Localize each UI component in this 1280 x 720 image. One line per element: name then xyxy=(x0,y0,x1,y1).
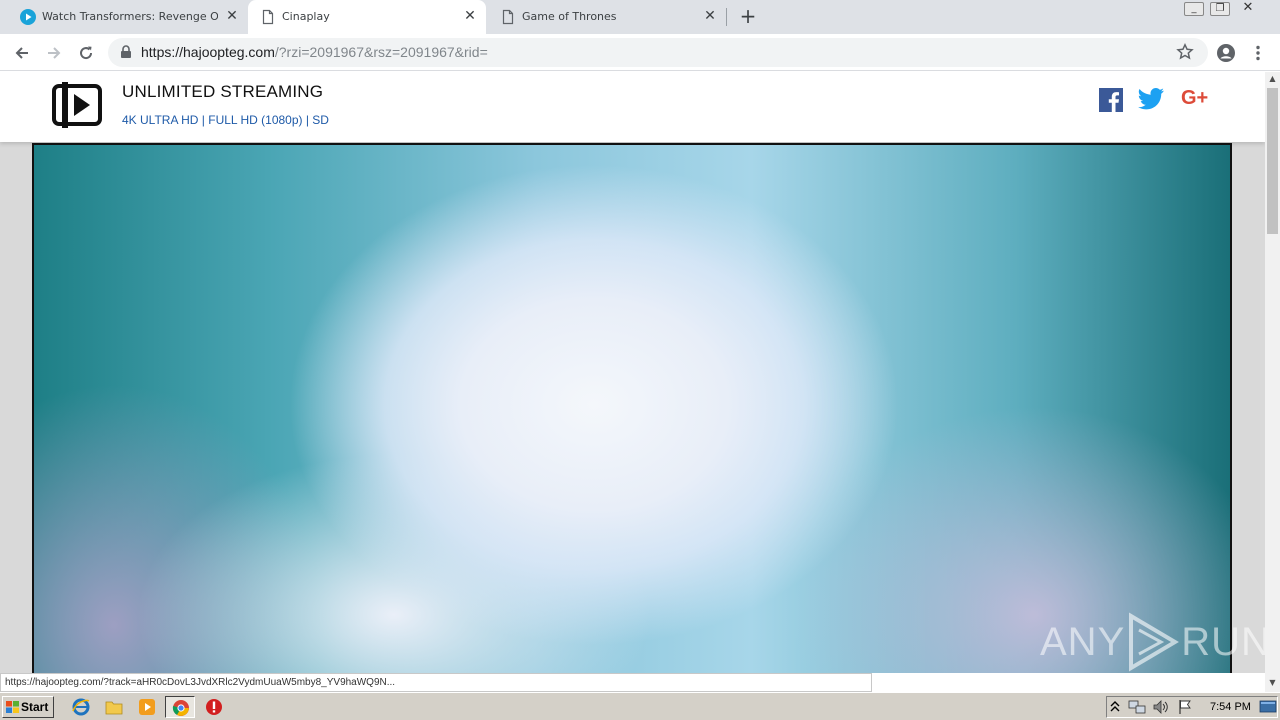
quality-links[interactable]: 4K ULTRA HD | FULL HD (1080p) | SD xyxy=(122,113,329,127)
scroll-down-arrow[interactable]: ▼ xyxy=(1265,676,1280,690)
reload-button[interactable] xyxy=(73,40,99,66)
profile-button[interactable] xyxy=(1213,40,1239,66)
media-player-icon[interactable] xyxy=(138,698,156,716)
play-triangle-icon xyxy=(1129,612,1180,672)
tab-title: Cinaplay xyxy=(282,10,330,23)
tab-title: Watch Transformers: Revenge Of Th xyxy=(42,10,218,23)
new-tab-button[interactable]: + xyxy=(736,5,760,29)
vertical-scrollbar[interactable]: ▲ ▼ xyxy=(1265,72,1280,692)
chrome-icon xyxy=(172,700,189,716)
play-circle-icon xyxy=(20,9,36,25)
tab-close-icon[interactable]: ✕ xyxy=(462,8,478,24)
browser-toolbar: https://hajoopteg.com/?rzi=2091967&rsz=2… xyxy=(0,34,1280,71)
kebab-menu-icon xyxy=(1256,45,1260,61)
account-circle-icon xyxy=(1217,44,1235,62)
tray-expand-icon[interactable] xyxy=(1110,698,1120,716)
folder-icon[interactable] xyxy=(105,698,123,716)
page-viewport: UNLIMITED STREAMING 4K ULTRA HD | FULL H… xyxy=(0,72,1265,673)
url-text: https://hajoopteg.com/?rzi=2091967&rsz=2… xyxy=(141,44,488,60)
document-icon xyxy=(262,9,274,25)
back-button[interactable] xyxy=(9,40,35,66)
anyrun-watermark: ANY RUN xyxy=(1040,612,1271,672)
scrollbar-thumb[interactable] xyxy=(1267,88,1278,234)
video-player[interactable] xyxy=(32,143,1232,673)
taskbar: Start 7:54 PM xyxy=(0,692,1280,720)
watermark-any: ANY xyxy=(1040,619,1126,664)
tab-close-icon[interactable]: ✕ xyxy=(224,8,240,24)
arrow-right-icon xyxy=(48,47,61,59)
tab-cinaplay[interactable]: Cinaplay ✕ xyxy=(248,0,486,34)
status-url-bubble: https://hajoopteg.com/?track=aHR0cDovL3J… xyxy=(0,673,872,692)
url-host: https://hajoopteg.com xyxy=(141,44,275,60)
forward-button[interactable] xyxy=(41,40,67,66)
volume-icon[interactable] xyxy=(1152,698,1170,716)
menu-button[interactable] xyxy=(1245,40,1271,66)
site-brand-title: UNLIMITED STREAMING xyxy=(122,82,324,101)
site-header: UNLIMITED STREAMING 4K ULTRA HD | FULL H… xyxy=(0,72,1265,142)
tab-strip: Watch Transformers: Revenge Of Th ✕ Cina… xyxy=(0,0,1280,34)
show-desktop-icon[interactable] xyxy=(1259,698,1277,716)
windows-flag-icon xyxy=(6,701,19,713)
document-icon xyxy=(502,9,514,25)
internet-explorer-icon[interactable] xyxy=(72,698,90,716)
twitter-icon[interactable] xyxy=(1138,88,1164,110)
url-path: /?rzi=2091967&rsz=2091967&rid= xyxy=(274,44,488,60)
chrome-taskbar-button[interactable] xyxy=(165,696,195,718)
stop-alert-icon[interactable] xyxy=(205,698,223,716)
play-logo-icon[interactable] xyxy=(52,82,104,128)
scroll-up-arrow[interactable]: ▲ xyxy=(1265,72,1280,86)
tab-separator xyxy=(726,8,727,26)
restore-button[interactable]: ❐ xyxy=(1210,2,1230,16)
google-plus-icon[interactable]: G+ xyxy=(1181,87,1208,110)
taskbar-clock[interactable]: 7:54 PM xyxy=(1210,701,1251,713)
start-label: Start xyxy=(21,700,49,714)
reload-icon xyxy=(80,46,93,60)
address-bar[interactable]: https://hajoopteg.com/?rzi=2091967&rsz=2… xyxy=(108,38,1208,67)
bookmark-star-icon[interactable] xyxy=(1176,43,1194,61)
tab-game-of-thrones[interactable]: Game of Thrones ✕ xyxy=(488,0,726,34)
action-center-flag-icon[interactable] xyxy=(1176,698,1194,716)
close-window-button[interactable]: ✕ xyxy=(1238,1,1258,16)
tab-title: Game of Thrones xyxy=(522,10,617,23)
tab-close-icon[interactable]: ✕ xyxy=(702,8,718,24)
network-icon[interactable] xyxy=(1128,698,1146,716)
watermark-run: RUN xyxy=(1181,619,1271,664)
arrow-left-icon xyxy=(15,47,28,59)
tab-transformers[interactable]: Watch Transformers: Revenge Of Th ✕ xyxy=(8,0,246,34)
minimize-button[interactable]: _ xyxy=(1184,2,1204,16)
lock-icon[interactable] xyxy=(120,45,132,59)
start-button[interactable]: Start xyxy=(2,696,54,718)
facebook-icon[interactable] xyxy=(1099,88,1123,112)
